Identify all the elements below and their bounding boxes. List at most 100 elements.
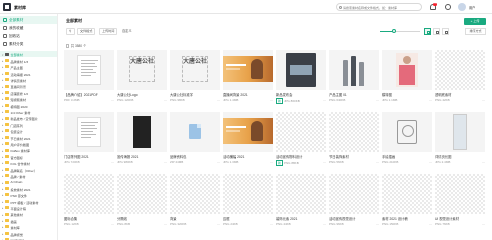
asset-card[interactable]: 活动横幅 2021 JPG 1.3MB ⋯ [223, 112, 273, 170]
more-icon[interactable]: ⋯ [164, 222, 167, 226]
caret-icon[interactable]: ▾ [2, 53, 3, 57]
caret-icon[interactable]: ▸ [2, 149, 3, 153]
caret-icon[interactable]: ▸ [2, 72, 3, 76]
caret-icon[interactable]: ▸ [2, 97, 3, 101]
caret-icon[interactable]: ▸ [2, 161, 3, 165]
folder-tree-item[interactable]: ▸marketing [0, 237, 57, 240]
select-all-checkbox[interactable] [66, 44, 70, 48]
more-icon[interactable]: ⋯ [323, 222, 326, 226]
asset-card[interactable]: 活动宣传物料设计新 PNG 88KB ⋯ [276, 112, 326, 170]
caret-icon[interactable]: ▸ [2, 168, 3, 172]
caret-icon[interactable]: ▸ [2, 123, 3, 127]
asset-thumbnail[interactable] [435, 112, 485, 152]
asset-card[interactable]: 手绘插画 PNG 210KB ⋯ [382, 112, 432, 170]
filter-icon-button[interactable]: ⚲ [66, 28, 75, 35]
more-icon[interactable]: ⋯ [323, 160, 326, 164]
caret-icon[interactable]: ▸ [2, 206, 3, 210]
more-icon[interactable]: ⋯ [164, 98, 167, 102]
settings-icon[interactable] [445, 4, 451, 10]
caret-icon[interactable]: ▸ [2, 117, 3, 121]
asset-thumbnail[interactable] [64, 50, 114, 90]
filter-time-button[interactable]: 上传时间 [99, 28, 118, 35]
asset-card[interactable]: 门店陈列图 2021 JPG 720KB ⋯ [64, 112, 114, 170]
asset-thumbnail[interactable] [276, 112, 326, 152]
asset-card[interactable]: 品牌资料包 ZIP 24MB ⋯ [170, 112, 220, 170]
asset-card[interactable]: 宣传海报 2021 JPG 980KB ⋯ [117, 112, 167, 170]
caret-icon[interactable]: ▸ [2, 85, 3, 89]
asset-card[interactable]: 详情页长图 JPG 2.4MB ⋯ [435, 112, 485, 170]
caret-icon[interactable]: ▸ [2, 155, 3, 159]
caret-icon[interactable]: ▸ [2, 59, 3, 63]
asset-thumbnail[interactable] [223, 50, 273, 90]
asset-card[interactable]: 装饰元素 2021 PNG 44KB ⋯ [276, 174, 326, 232]
asset-thumbnail[interactable] [64, 112, 114, 152]
more-icon[interactable]: ⋯ [482, 222, 485, 226]
more-icon[interactable]: ⋯ [429, 160, 432, 164]
asset-thumbnail[interactable]: 大唐公社 [170, 50, 220, 90]
avatar[interactable] [458, 3, 466, 11]
more-icon[interactable]: ⋯ [217, 222, 220, 226]
search-box[interactable] [336, 3, 422, 11]
nav-item[interactable]: 回收站 [0, 32, 57, 40]
caret-icon[interactable]: ▸ [2, 200, 3, 204]
more-icon[interactable]: ⋯ [111, 160, 114, 164]
asset-thumbnail[interactable] [435, 174, 485, 214]
asset-thumbnail[interactable] [223, 174, 273, 214]
filter-format-button[interactable]: 文件格式 [77, 28, 96, 35]
more-icon[interactable]: ⋯ [482, 160, 485, 164]
caret-icon[interactable]: ▸ [2, 219, 3, 223]
zoom-slider-knob[interactable] [392, 29, 396, 33]
caret-icon[interactable]: ▸ [2, 187, 3, 191]
asset-thumbnail[interactable] [382, 174, 432, 214]
caret-icon[interactable]: ▸ [2, 104, 3, 108]
asset-thumbnail[interactable] [435, 50, 485, 90]
asset-thumbnail[interactable] [117, 174, 167, 214]
asset-card[interactable]: 模特图 JPG 1.1MB ⋯ [382, 50, 432, 108]
caret-icon[interactable]: ▸ [2, 136, 3, 140]
nav-item[interactable]: 全部素材 [0, 16, 57, 24]
asset-card[interactable]: 背景 PNG 320KB ⋯ [170, 174, 220, 232]
asset-card[interactable]: 直播间背景 2021 JPG 1.4MB ⋯ [223, 50, 273, 108]
asset-card[interactable]: 大唐公社 大唐公社标准字 PNG 98KB ⋯ [170, 50, 220, 108]
app-logo-icon[interactable] [3, 3, 11, 11]
asset-card[interactable]: 大唐公社 大唐公社Logo PNG 120KB ⋯ [117, 50, 167, 108]
more-icon[interactable]: ⋯ [217, 160, 220, 164]
select-all[interactable]: 共 3580 个 [66, 43, 86, 48]
asset-card[interactable]: 活动宣传视觉设计 PNG 96KB ⋯ [329, 174, 379, 232]
grid-view-button[interactable] [424, 28, 431, 35]
nav-item[interactable]: 素材分类 [0, 40, 57, 48]
asset-thumbnail[interactable] [276, 50, 326, 90]
more-icon[interactable]: ⋯ [482, 98, 485, 102]
more-icon[interactable]: ⋯ [376, 160, 379, 164]
caret-icon[interactable]: ▸ [2, 193, 3, 197]
zoom-slider[interactable] [380, 29, 420, 33]
more-icon[interactable]: ⋯ [217, 98, 220, 102]
asset-card[interactable]: 新品发布会新 JPG 860KB ⋯ [276, 50, 326, 108]
user-name[interactable]: 用户 [469, 5, 475, 10]
asset-card[interactable]: 边框 PNG 24KB ⋯ [223, 174, 273, 232]
asset-card[interactable]: 【品牌介绍】2021PDF PDF 3.2MB ⋯ [64, 50, 114, 108]
caret-icon[interactable]: ▸ [2, 174, 3, 178]
asset-thumbnail[interactable] [382, 112, 432, 152]
more-icon[interactable]: ⋯ [164, 160, 167, 164]
more-icon[interactable]: ⋯ [111, 222, 114, 226]
asset-card[interactable]: 产品主图 01 PNG 640KB ⋯ [329, 50, 379, 108]
asset-thumbnail[interactable] [382, 50, 432, 90]
more-icon[interactable]: ⋯ [376, 222, 379, 226]
asset-thumbnail[interactable] [276, 174, 326, 214]
upload-button[interactable]: + 上传 [464, 18, 486, 25]
asset-thumbnail[interactable] [223, 112, 273, 152]
caret-icon[interactable]: ▸ [2, 78, 3, 82]
large-grid-view-button[interactable] [433, 28, 440, 35]
caret-icon[interactable]: ▸ [2, 142, 3, 146]
asset-thumbnail[interactable] [64, 174, 114, 214]
caret-icon[interactable]: ▸ [2, 181, 3, 185]
nav-item[interactable]: 我的收藏 [0, 24, 57, 32]
asset-thumbnail[interactable] [170, 174, 220, 214]
search-input[interactable] [343, 5, 415, 10]
asset-thumbnail[interactable] [329, 50, 379, 90]
more-icon[interactable]: ⋯ [323, 98, 326, 102]
caret-icon[interactable]: ▸ [2, 91, 3, 95]
caret-icon[interactable]: ▸ [2, 110, 3, 114]
asset-thumbnail[interactable] [329, 174, 379, 214]
